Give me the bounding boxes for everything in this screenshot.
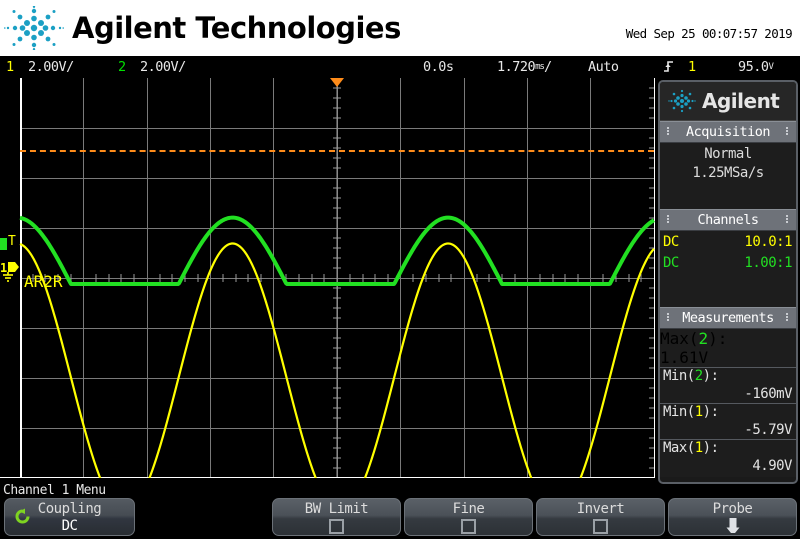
channels-section-header[interactable]: Channels <box>660 209 796 231</box>
measurement-label-prefix: Min( <box>663 368 695 384</box>
timebase-unit: ms <box>535 62 545 72</box>
waveform-overlay-label: AR2R <box>24 272 63 291</box>
measurement-channel: 2 <box>694 368 703 384</box>
channel-row[interactable]: DC 10.0:1 <box>660 233 796 254</box>
channel-2-ground-marker[interactable] <box>0 238 10 252</box>
channel-row[interactable]: DC 1.00:1 <box>660 254 796 275</box>
drag-handle-icon <box>784 312 791 324</box>
measurement-item[interactable]: Max(1): 4.90V <box>660 439 796 475</box>
acquisition-section-header[interactable]: Acquisition <box>660 121 796 143</box>
acquisition-sample-rate: 1.25MSa/s <box>692 165 764 181</box>
rising-edge-icon <box>662 59 675 75</box>
bw-limit-checkbox[interactable] <box>328 519 344 534</box>
measurement-label-prefix: Max( <box>663 440 695 456</box>
status-trigger-source[interactable]: 1 <box>688 59 696 75</box>
side-panel-brand-bar: Agilent <box>660 82 796 121</box>
status-ch1-number[interactable]: 1 <box>6 59 14 75</box>
measurement-label-suffix: ): <box>702 368 719 384</box>
measurement-label-suffix: ): <box>702 404 719 420</box>
measurements-section-header[interactable]: Measurements <box>660 307 796 329</box>
softkey-bw-limit[interactable]: BW Limit <box>272 498 401 536</box>
invert-checkbox[interactable] <box>592 519 608 534</box>
status-ch1-scale[interactable]: 2.00V/ <box>28 59 74 75</box>
info-side-panel: Agilent Acquisition Normal 1.25MSa/s Cha… <box>658 80 798 484</box>
softkey-invert[interactable]: Invert <box>536 498 665 536</box>
measurement-value: 1.61V <box>660 348 709 367</box>
channels-title: Channels <box>697 212 759 228</box>
agilent-starburst-icon <box>4 6 64 50</box>
acquisition-title: Acquisition <box>686 124 770 140</box>
measurement-value: -160mV <box>744 386 792 402</box>
waveform-traces <box>19 215 655 478</box>
app-header: Agilent Technologies Wed Sep 25 00:07:57… <box>0 0 800 56</box>
fine-checkbox[interactable] <box>460 519 476 534</box>
softkey-label: Invert <box>576 501 625 517</box>
down-arrow-icon <box>726 518 739 533</box>
measurement-channel: 1 <box>694 440 703 456</box>
measurements-title: Measurements <box>682 310 774 326</box>
measurement-label-suffix: ): <box>702 440 719 456</box>
measurement-channel: 2 <box>698 329 709 348</box>
measurement-label: Min(2): <box>660 368 796 385</box>
agilent-starburst-icon <box>668 89 696 113</box>
measurement-channel: 1 <box>694 404 703 420</box>
drag-handle-icon <box>784 214 791 226</box>
waveform-display[interactable]: T 1 AR2R <box>0 78 655 478</box>
softkey-fine[interactable]: Fine <box>404 498 533 536</box>
channel-1-ground-marker[interactable]: 1 <box>0 260 22 284</box>
status-bar: 1 2.00V/ 2 2.00V/ 0.0s 1.720ms/ Auto 1 9… <box>0 56 800 78</box>
measurement-value: 4.90V <box>752 458 792 474</box>
softkey-label: Fine <box>452 501 485 517</box>
softkey-probe[interactable]: Probe <box>668 498 797 536</box>
measurement-item[interactable]: Min(1): -5.79V <box>660 403 796 439</box>
measurements-body: Max(2): 1.61V Min(2): -160mV Min(1): -5.… <box>660 329 796 477</box>
trigger-level-value: 95.0 <box>738 59 769 75</box>
channel-2-trace <box>19 215 655 286</box>
side-panel-brand: Agilent <box>702 89 780 113</box>
brand-title: Agilent Technologies <box>72 11 401 45</box>
channels-body: DC 10.0:1 DC 1.00:1 <box>660 231 796 307</box>
channel-2-coupling: DC <box>663 255 679 271</box>
trigger-level-unit: V <box>768 62 774 72</box>
status-timebase[interactable]: 1.720ms/ <box>497 59 552 75</box>
acquisition-body: Normal 1.25MSa/s <box>660 143 796 209</box>
measurement-label: Min(1): <box>660 404 796 421</box>
status-ch2-scale[interactable]: 2.00V/ <box>140 59 186 75</box>
menu-title: Channel 1 Menu <box>3 483 106 498</box>
softkey-value: DC <box>61 518 78 534</box>
status-ch2-number[interactable]: 2 <box>118 59 126 75</box>
channel-1-coupling: DC <box>663 234 679 250</box>
oscilloscope-screen: Agilent Technologies Wed Sep 25 00:07:57… <box>0 0 800 539</box>
svg-text:1: 1 <box>0 261 7 275</box>
measurement-label: Max(2): <box>660 329 796 348</box>
softkey-label: Probe <box>712 501 753 517</box>
measurement-label: Max(1): <box>660 440 796 457</box>
channel-2-probe: 1.00:1 <box>744 255 792 271</box>
softkey-coupling[interactable]: Coupling DC <box>4 498 135 536</box>
channel-1-probe: 10.0:1 <box>744 234 792 250</box>
measurement-value: -5.79V <box>744 422 792 438</box>
timebase-value: 1.720 <box>497 59 536 75</box>
channel-1-trace <box>19 242 655 478</box>
datetime-label: Wed Sep 25 00:07:57 2019 <box>625 26 793 41</box>
measurement-item[interactable]: Min(2): -160mV <box>660 367 796 403</box>
status-trigger-level[interactable]: 95.0V <box>738 59 774 75</box>
measurement-item[interactable]: Max(2): 1.61V <box>660 329 796 367</box>
status-delay[interactable]: 0.0s <box>423 59 454 75</box>
measurement-label-prefix: Max( <box>660 329 699 348</box>
softkey-label: BW Limit <box>304 501 369 517</box>
softkey-label: Coupling <box>37 501 102 517</box>
timebase-suffix: / <box>543 59 552 75</box>
softkey-menu: Channel 1 Menu Coupling DC BW Limit Fine… <box>0 483 800 539</box>
status-trigger-mode[interactable]: Auto <box>588 59 619 75</box>
acquisition-mode: Normal <box>704 146 752 162</box>
measurement-label-prefix: Min( <box>663 404 695 420</box>
drag-handle-icon <box>784 126 791 138</box>
measurement-label-suffix: ): <box>708 329 728 348</box>
